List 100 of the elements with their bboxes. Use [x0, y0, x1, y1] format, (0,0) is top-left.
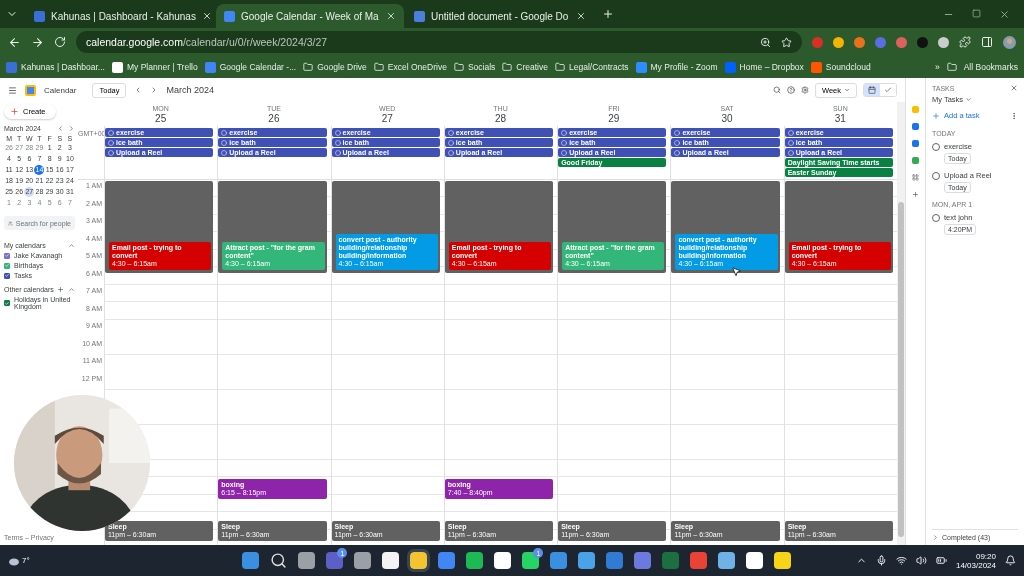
more-icon[interactable]: [1010, 111, 1018, 120]
weather-widget[interactable]: 7°: [8, 555, 178, 566]
more-bookmarks[interactable]: »: [934, 62, 940, 72]
new-tab-icon[interactable]: [602, 8, 614, 20]
extension-icon[interactable]: [896, 36, 907, 48]
task-checkbox[interactable]: [932, 143, 940, 151]
microphone-icon[interactable]: [875, 555, 887, 566]
day-number[interactable]: 31: [834, 112, 846, 124]
app-icon[interactable]: [774, 552, 792, 569]
day-number[interactable]: 27: [381, 112, 393, 124]
side-app-icon[interactable]: [912, 140, 919, 147]
day-number[interactable]: 29: [608, 112, 620, 124]
zoom-icon[interactable]: [760, 36, 771, 48]
app-name: Calendar: [44, 85, 77, 95]
browser-tab[interactable]: Untitled document - Google Do: [406, 4, 594, 28]
view-mode-button[interactable]: [864, 84, 880, 96]
plus-icon: [932, 111, 940, 120]
wifi-icon[interactable]: [895, 555, 907, 566]
bookmark[interactable]: Google Drive: [303, 62, 367, 72]
bookmark[interactable]: Excel OneDrive: [373, 62, 447, 72]
folder-icon: [303, 62, 314, 72]
extension-icon[interactable]: [917, 36, 928, 48]
app-icon[interactable]: [578, 552, 596, 569]
browser-tab[interactable]: Kahunas | Dashboard - Kahunas: [26, 4, 214, 28]
volume-icon[interactable]: [915, 555, 927, 566]
settings-icon[interactable]: [800, 86, 809, 94]
bookmark[interactable]: Socials: [453, 62, 496, 72]
day-number[interactable]: 28: [494, 112, 507, 124]
extension-icon[interactable]: [854, 36, 865, 48]
extension-icon[interactable]: [938, 36, 949, 48]
previous-icon[interactable]: [57, 125, 64, 132]
chevron-icon: [932, 534, 939, 541]
close-tab-icon[interactable]: [201, 11, 212, 21]
bookmark[interactable]: Legal/Contracts: [554, 62, 629, 72]
close-tab-icon[interactable]: [576, 11, 586, 21]
day-number[interactable]: 25: [155, 112, 167, 124]
bookmark[interactable]: Creative: [502, 62, 548, 72]
calendar-icon: [868, 86, 876, 94]
calendar-checkbox[interactable]: [4, 272, 10, 279]
bookmark[interactable]: Soundcloud: [810, 61, 871, 73]
task-checkbox[interactable]: [932, 172, 940, 180]
calendar-logo: [25, 84, 36, 96]
close-icon[interactable]: [1010, 84, 1018, 92]
app-icon[interactable]: [718, 552, 736, 569]
folder-icon: [502, 62, 513, 72]
calendar-checkbox[interactable]: [4, 262, 10, 269]
check-icon: [884, 86, 892, 94]
app-icon[interactable]: [382, 552, 400, 569]
notification-icon[interactable]: [1005, 555, 1016, 566]
collapse-icon[interactable]: [68, 286, 75, 293]
app-icon[interactable]: [746, 552, 764, 569]
app-icon[interactable]: [354, 552, 372, 569]
all-bookmarks[interactable]: All Bookmarks: [963, 62, 1018, 72]
close-tab-icon[interactable]: [386, 11, 396, 21]
app-icon[interactable]: [298, 552, 316, 569]
caret-icon: [965, 96, 973, 103]
folder-icon: [946, 62, 957, 72]
folder-icon: [373, 62, 384, 72]
close-icon[interactable]: [999, 8, 1010, 20]
extensions-icon[interactable]: [959, 36, 971, 48]
address-bar[interactable]: calendar.google.com/calendar/u/0/r/week/2024/3/27: [76, 31, 802, 53]
apps-icon[interactable]: [912, 174, 919, 181]
people-icon: [8, 219, 13, 227]
star-icon[interactable]: [781, 36, 792, 48]
bookmark[interactable]: My Profile - Zoom: [635, 61, 718, 73]
search-icon[interactable]: [270, 552, 288, 569]
help-icon[interactable]: [786, 86, 795, 94]
menu-icon[interactable]: [8, 85, 17, 95]
task-checkbox[interactable]: [932, 214, 940, 222]
caret-icon: [844, 87, 850, 93]
month-title: March 2024: [166, 85, 214, 95]
forward-icon[interactable]: [31, 35, 44, 49]
side-app-icon[interactable]: [912, 123, 919, 130]
clock[interactable]: 09:20 14/03/2024: [955, 551, 996, 570]
battery-icon[interactable]: [935, 555, 947, 566]
day-number[interactable]: 26: [268, 112, 280, 124]
calendar-checkbox[interactable]: [4, 300, 10, 306]
app-icon[interactable]: [466, 552, 484, 569]
bookmark[interactable]: Home – Dropbox: [724, 61, 804, 73]
add-icon[interactable]: [912, 191, 919, 198]
calendar-checkbox[interactable]: [4, 252, 10, 259]
app-icon[interactable]: [494, 552, 512, 569]
browser-tab[interactable]: Google Calendar - Week of Ma: [216, 4, 404, 28]
bookmark[interactable]: My Planner | Trello: [111, 61, 198, 73]
bookmark[interactable]: Google Calendar -...: [204, 61, 297, 73]
bookmark[interactable]: Kahunas | Dashboar...: [6, 61, 105, 73]
next-icon[interactable]: [68, 125, 75, 132]
extension-icon[interactable]: [833, 36, 844, 48]
reload-icon[interactable]: [54, 36, 66, 48]
maximize-icon[interactable]: [972, 8, 981, 18]
back-icon[interactable]: [8, 35, 21, 49]
app-icon[interactable]: [410, 552, 428, 569]
day-number[interactable]: 30: [721, 112, 733, 124]
add-icon[interactable]: [57, 286, 64, 293]
profile-avatar[interactable]: [1003, 35, 1016, 49]
side-panel-icon[interactable]: [981, 36, 993, 48]
folder-icon: [453, 62, 464, 72]
collapse-icon[interactable]: [68, 242, 75, 249]
folder-icon: [554, 62, 565, 72]
plus-icon: [10, 107, 19, 116]
